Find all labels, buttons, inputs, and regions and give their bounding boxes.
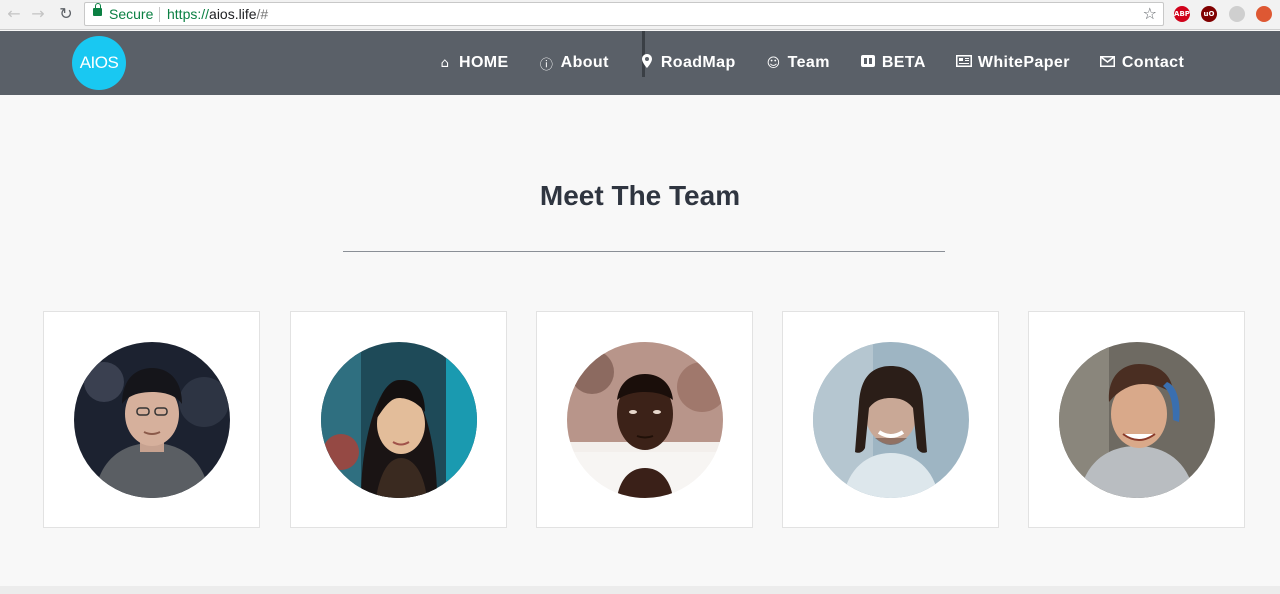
menu-item-whitepaper[interactable]: WhitePaper	[955, 54, 1070, 72]
menu-label-about: About	[560, 54, 609, 71]
map-marker-icon	[639, 54, 655, 72]
reload-icon[interactable]: ↻	[56, 4, 76, 24]
menu-item-about[interactable]: ⓘ About	[539, 54, 609, 73]
team-card[interactable]	[290, 311, 507, 528]
section-title: Meet The Team	[539, 180, 741, 211]
footer-strip	[0, 586, 1280, 594]
aios-logo[interactable]: AIOS	[72, 36, 126, 90]
arrow-right-icon[interactable]: →	[28, 4, 48, 24]
team-card[interactable]	[43, 311, 260, 528]
team-member-4-photo	[813, 342, 969, 498]
menu-label-contact: Contact	[1121, 54, 1185, 71]
url-text: https://aios.life/#	[167, 6, 268, 22]
address-bar[interactable]: Secure https://aios.life/# ☆	[84, 2, 1164, 26]
main-menu: ⌂ HOME ⓘ About RoadMap ☺ Team BETA WhitePap…	[437, 51, 1184, 75]
menu-item-beta[interactable]: BETA	[860, 54, 926, 72]
url-path: /#	[256, 6, 269, 22]
url-host: aios.life	[209, 6, 257, 22]
gray-extension-icon[interactable]	[1229, 6, 1245, 22]
adblock-plus-icon[interactable]: ABP	[1174, 6, 1190, 22]
envelope-icon	[1100, 55, 1116, 71]
team-member-5-photo	[1059, 342, 1215, 498]
home-icon: ⌂	[440, 55, 450, 71]
arrow-left-icon[interactable]: ←	[4, 4, 24, 24]
duckduckgo-icon[interactable]	[1256, 6, 1272, 22]
team-member-2-photo	[321, 342, 477, 498]
menu-item-contact[interactable]: Contact	[1100, 54, 1184, 72]
menu-item-roadmap[interactable]: RoadMap	[639, 54, 736, 72]
menu-item-home[interactable]: ⌂ HOME	[437, 54, 509, 72]
smile-icon: ☺	[766, 55, 781, 71]
menu-label-whitepaper: WhitePaper	[977, 54, 1070, 71]
url-scheme: https://	[167, 6, 210, 22]
menu-label-home: HOME	[459, 54, 509, 71]
title-divider	[343, 251, 945, 252]
team-card[interactable]	[536, 311, 753, 528]
ublock-icon[interactable]: uO	[1201, 6, 1217, 22]
beta-badge-icon	[860, 55, 876, 71]
site-header: AIOS ⌂ HOME ⓘ About RoadMap ☺ Team BETA Whi…	[0, 31, 1280, 95]
team-card[interactable]	[1028, 311, 1245, 528]
lock-icon	[93, 3, 102, 16]
star-icon[interactable]: ☆	[1143, 4, 1157, 23]
newspaper-icon	[955, 55, 972, 71]
menu-label-beta: BETA	[881, 54, 926, 71]
team-card[interactable]	[782, 311, 999, 528]
menu-item-team[interactable]: ☺ Team	[766, 54, 830, 72]
menu-label-roadmap: RoadMap	[660, 54, 736, 71]
secure-label: Secure	[109, 6, 154, 22]
team-member-3-photo	[567, 342, 723, 498]
browser-toolbar: ← → ↻ Secure https://aios.life/# ☆ ABP uO	[0, 0, 1280, 30]
menu-label-team: Team	[787, 54, 830, 71]
url-separator	[159, 7, 160, 22]
info-icon: ⓘ	[539, 57, 554, 73]
team-member-1-photo	[74, 342, 230, 498]
